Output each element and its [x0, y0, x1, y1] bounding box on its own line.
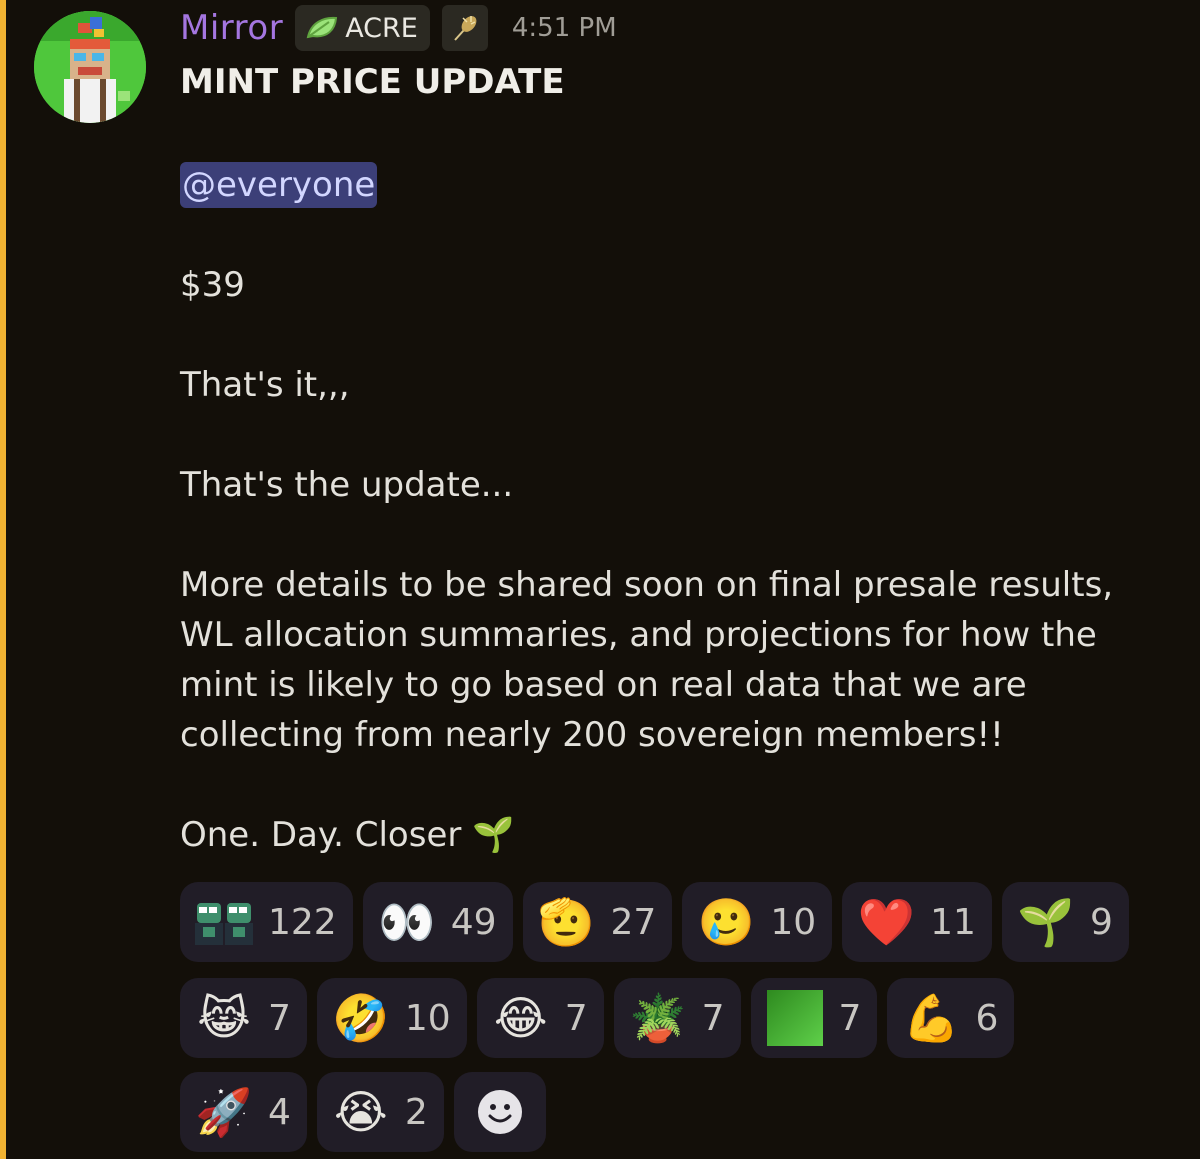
- author-avatar[interactable]: [34, 11, 146, 123]
- rocket-icon: 🚀: [195, 1085, 253, 1139]
- server-tag[interactable]: ACRE: [295, 5, 430, 51]
- reaction-count: 7: [838, 997, 862, 1039]
- message-title: MINT PRICE UPDATE: [180, 62, 565, 102]
- rofl-icon: 🤣: [332, 991, 390, 1045]
- message-timestamp: 4:51 PM: [511, 13, 617, 43]
- everyone-mention[interactable]: @everyone: [180, 162, 378, 208]
- message-line: One. Day. Closer 🌱: [180, 815, 515, 855]
- reaction-count: 27: [610, 901, 657, 943]
- reaction-count: 49: [450, 901, 497, 943]
- reaction[interactable]: 😹 7: [180, 978, 307, 1058]
- reaction[interactable]: 🪴 7: [613, 978, 741, 1058]
- reaction[interactable]: 😂 7: [476, 978, 604, 1058]
- mention-highlight-bar: [0, 0, 6, 1159]
- reaction-count: 7: [564, 997, 588, 1039]
- reaction[interactable]: ❤️ 11: [842, 882, 992, 962]
- message-line: $39: [180, 265, 245, 305]
- seedling-icon: 🌱: [1017, 895, 1075, 949]
- green-square-icon: [765, 990, 825, 1046]
- saluting-face-icon: 🫡: [537, 895, 596, 949]
- frog-pair-icon: [194, 897, 254, 947]
- reaction[interactable]: 🚀 4: [180, 1072, 307, 1152]
- reaction[interactable]: 🌱 9: [1001, 882, 1129, 962]
- reaction-count: 9: [1089, 901, 1113, 943]
- reaction-count: 122: [268, 901, 337, 943]
- message-line: That's it,,,: [180, 365, 350, 405]
- author-name[interactable]: Mirror: [180, 8, 283, 48]
- tear-smile-icon: 🥲: [697, 895, 755, 949]
- reaction[interactable]: 🥲 10: [682, 882, 833, 962]
- reaction-count: 10: [404, 997, 451, 1039]
- message-paragraph: More details to be shared soon on final …: [180, 565, 1114, 755]
- reaction-count: 7: [701, 997, 725, 1039]
- message-content: MINT PRICE UPDATE @everyone $39 That's i…: [180, 54, 1170, 860]
- reaction-count: 6: [975, 997, 999, 1039]
- eyes-icon: 👀: [378, 895, 436, 949]
- reaction-count: 11: [930, 901, 976, 943]
- reaction[interactable]: 122: [180, 882, 353, 962]
- wheat-role-icon[interactable]: [441, 5, 488, 51]
- reaction[interactable]: 💪 6: [887, 978, 1015, 1058]
- reaction-count: 4: [268, 1091, 291, 1133]
- reaction[interactable]: 🫡 27: [522, 882, 673, 962]
- reaction-count: 2: [404, 1091, 428, 1133]
- red-heart-icon: ❤️: [857, 895, 915, 949]
- reaction[interactable]: 😭 2: [316, 1072, 444, 1152]
- reaction[interactable]: 🤣 10: [316, 978, 467, 1058]
- joy-icon: 😂: [493, 991, 548, 1045]
- reaction-count: 7: [268, 997, 291, 1039]
- potted-plant-icon: 🪴: [628, 991, 687, 1045]
- reaction[interactable]: 👀 49: [362, 882, 513, 962]
- add-reaction-button[interactable]: [453, 1072, 546, 1152]
- message-line: That's the update...: [180, 465, 514, 505]
- server-tag-label: ACRE: [345, 12, 418, 44]
- reaction-count: 10: [770, 901, 817, 943]
- leaf-icon: [306, 16, 338, 39]
- reaction[interactable]: 7: [750, 978, 878, 1058]
- sob-icon: 😭: [334, 1085, 388, 1139]
- flexed-biceps-icon: 💪: [902, 991, 961, 1045]
- smiley-add-icon: [477, 1090, 522, 1134]
- cat-joy-icon: 😹: [197, 991, 251, 1045]
- message-header: Mirror ACRE 4:51 PM: [180, 0, 617, 56]
